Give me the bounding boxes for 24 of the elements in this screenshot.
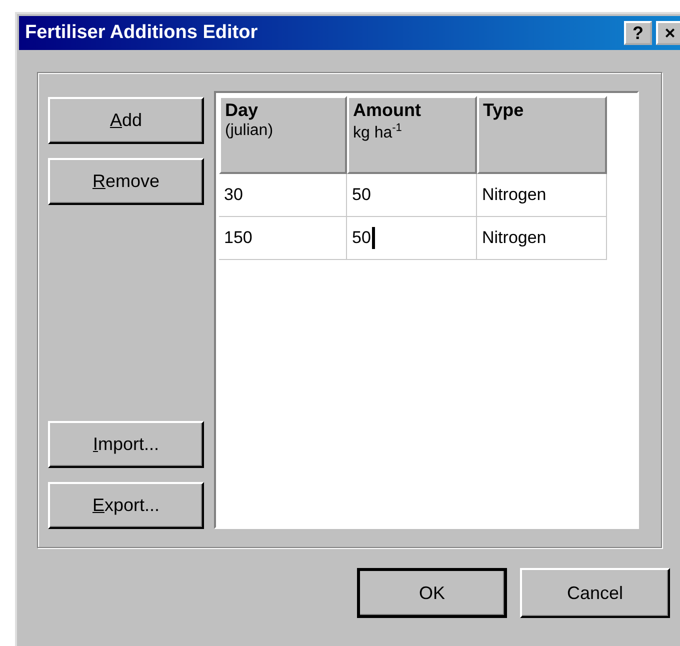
table-cell[interactable]: 50 [347,174,477,217]
cancel-button[interactable]: Cancel [520,568,670,618]
column-title: Day [225,100,260,121]
column-header[interactable]: Day (julian) [219,96,347,174]
table-cell[interactable]: Nitrogen [477,217,607,260]
remove-button[interactable]: Remove [48,158,204,205]
window-title: Fertiliser Additions Editor [25,22,259,44]
column-title: Amount [353,100,422,121]
column-header[interactable]: Amount kg ha$^{-1}$ [347,96,477,174]
add-button[interactable]: Add [48,97,204,144]
column-header[interactable]: Type [477,96,607,174]
ok-button[interactable]: OK [357,568,507,618]
import-button[interactable]: Import... [48,421,204,468]
column-unit: (julian) [225,121,274,141]
close-button[interactable]: × [656,21,680,45]
help-button[interactable]: ? [624,21,652,45]
table-cell[interactable]: 30 [219,174,347,217]
export-button[interactable]: Export... [48,482,204,529]
table-cell[interactable]: 150 [219,217,347,260]
column-title: Type [483,100,525,121]
table-cell[interactable]: Nitrogen [477,174,607,217]
column-unit: kg ha$^{-1}$ [353,121,403,144]
editing-cell[interactable]: 50 [347,217,477,260]
text-cursor [372,227,375,249]
